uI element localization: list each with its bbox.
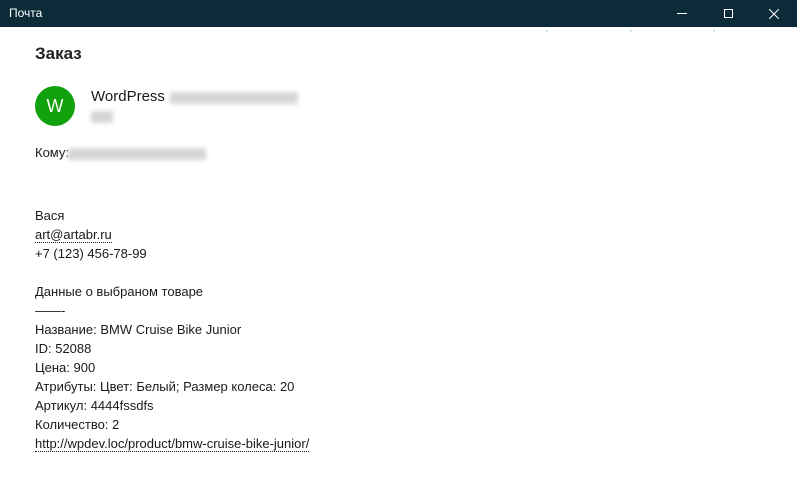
toolbar-hint-dot <box>546 30 548 32</box>
product-name: Название: BMW Cruise Bike Junior <box>35 322 242 337</box>
redacted-recipient-address <box>68 148 206 160</box>
app-title: Почта <box>9 6 43 20</box>
product-price: Цена: 900 <box>35 360 96 375</box>
sender-name: WordPress <box>91 88 165 105</box>
customer-name: Вася <box>35 208 65 223</box>
recipient-label: Кому: <box>35 145 69 160</box>
title-bar: Почта <box>0 0 797 27</box>
redacted-sender-address <box>170 92 298 104</box>
product-url-link[interactable]: http://wpdev.loc/product/bmw-cruise-bike… <box>35 436 310 452</box>
message-subject: Заказ <box>35 44 82 63</box>
product-attributes: Атрибуты: Цвет: Белый; Размер колеса: 20 <box>35 379 295 394</box>
redacted-date <box>91 111 113 123</box>
product-id: ID: 52088 <box>35 341 92 356</box>
product-header: Данные о выбраном товаре <box>35 284 204 299</box>
product-quantity: Количество: 2 <box>35 417 120 432</box>
customer-email-link[interactable]: art@artabr.ru <box>35 227 112 243</box>
avatar-letter: W <box>46 95 64 116</box>
maximize-icon <box>723 9 733 18</box>
message-body: Вася art@artabr.ru +7 (123) 456-78-99 Да… <box>35 206 310 453</box>
sender-avatar: W <box>35 86 75 126</box>
product-sku: Артикул: 4444fssdfs <box>35 398 154 413</box>
minimize-button[interactable] <box>659 0 705 27</box>
close-button[interactable] <box>751 0 797 27</box>
minimize-icon <box>677 13 687 14</box>
customer-phone: +7 (123) 456-78-99 <box>35 246 147 261</box>
maximize-button[interactable] <box>705 0 751 27</box>
separator: ——- <box>35 303 66 318</box>
toolbar-hint-dot <box>713 30 715 32</box>
toolbar-hint-dot <box>630 30 632 32</box>
close-icon <box>769 8 779 19</box>
